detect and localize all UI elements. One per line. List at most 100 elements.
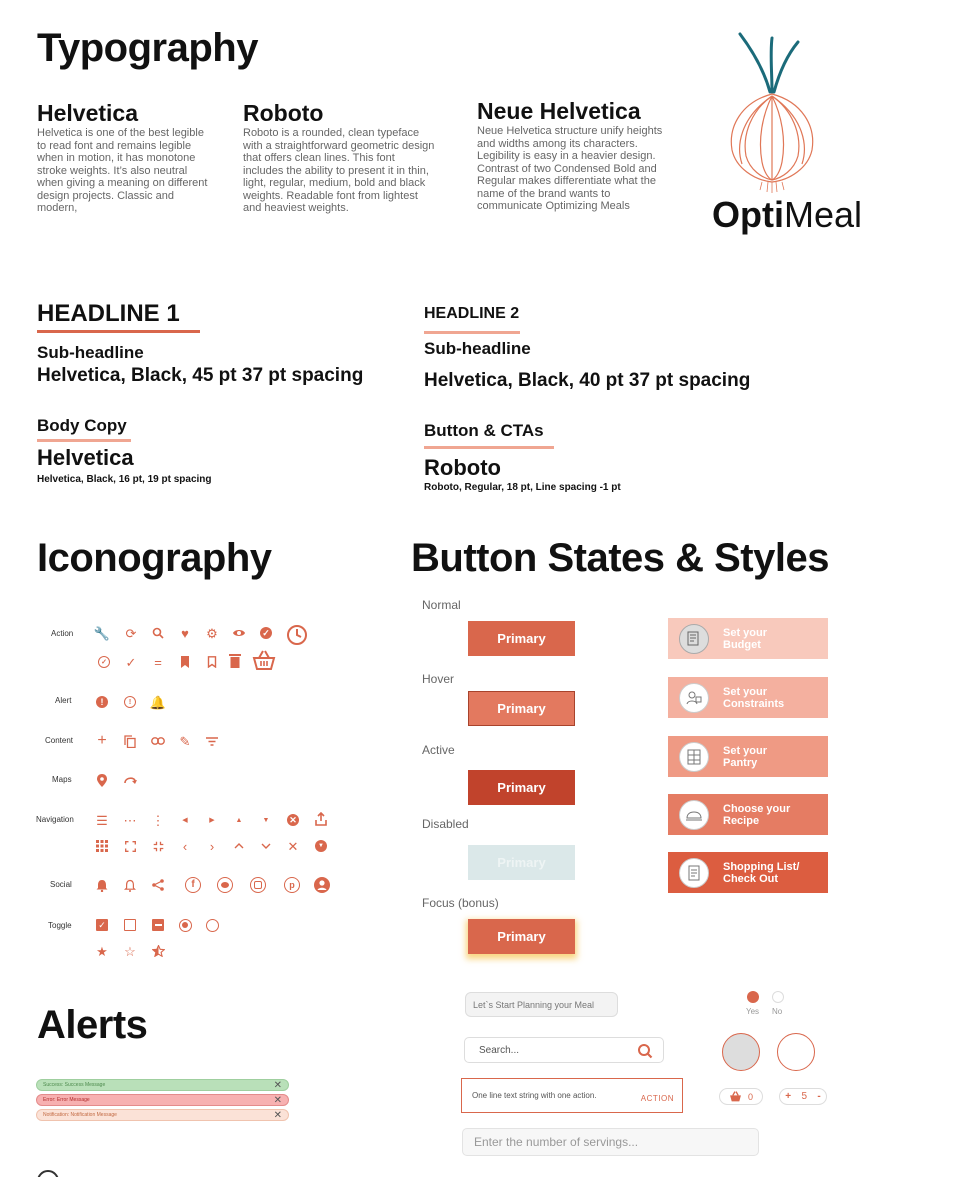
bell-icon [95,878,109,892]
primary-button-normal[interactable]: Primary [468,621,575,656]
more-vertical-icon: ⋮ [151,812,165,828]
pin-icon [95,773,109,787]
circle-button-filled[interactable] [722,1033,760,1071]
alert-notification: Notification: Notification Message ✕ [36,1109,289,1121]
wrench-icon: 🔧 [93,625,111,641]
close-icon[interactable]: ✕ [274,1095,282,1107]
clock-icon [286,624,308,646]
step-card-constraints[interactable]: Set your Constraints [668,677,828,718]
check-circle-outline-icon: ✓ [97,655,111,669]
step-card-budget[interactable]: Set your Budget [668,618,828,659]
snackbar: One line text string with one action. AC… [461,1078,683,1113]
copy-icon [123,734,137,748]
recipe-icon [679,799,709,830]
icon-row-label-social: Social [50,880,72,889]
plus-icon: + [97,732,107,749]
step-card-text: Set your Budget [723,626,768,651]
refresh-icon: ⟳ [125,625,137,641]
snackbar-action[interactable]: ACTION [641,1094,674,1103]
font-card-neue-helvetica: Neue Helvetica Neue Helvetica structure … [477,98,677,213]
primary-button-hover[interactable]: Primary [468,691,575,726]
check-circle-icon: ✓ [259,626,273,640]
primary-button-focus[interactable]: Primary [468,919,575,954]
close-icon[interactable]: ✕ [274,1110,282,1122]
font-description: Helvetica is one of the best legible to … [37,127,208,214]
bell-outline-icon [123,878,137,892]
primary-button-active[interactable]: Primary [468,770,575,805]
filter-icon [205,734,219,748]
star-outline-icon: ☆ [124,943,136,959]
step-card-shopping-list[interactable]: Shopping List/Check Out [668,852,828,893]
bell-alert-icon: 🔔 [149,694,167,710]
alerts-title: Alerts [37,1003,148,1047]
bookmark-icon [178,655,192,669]
more-horizontal-icon: ⋯ [123,812,137,828]
brand-wordmark-regular: Meal [783,194,863,235]
pencil-icon: ✎ [179,733,191,749]
twitter-icon [216,876,234,894]
icon-row-label-navigation: Navigation [36,815,74,824]
step-card-text: Set your Constraints [723,685,785,710]
share-nodes-icon [151,878,165,892]
radio-empty-icon [205,918,219,932]
step-card-pantry[interactable]: Set your Pantry [668,736,828,777]
body-copy-spec: Helvetica, Black, 16 pt, 19 pt spacing [37,474,212,485]
brand-wordmark-bold: Opti [712,194,784,235]
eye-icon [232,626,246,640]
close-icon: ✕ [287,838,299,854]
share-icon [314,812,328,826]
bookmark-outline-icon [205,655,219,669]
quantity-stepper[interactable]: + 5 - [779,1088,827,1105]
step-card-recipe[interactable]: Choose your Recipe [668,794,828,835]
state-label-hover: Hover [422,672,455,686]
headline-1-sub: Sub-headline [37,343,144,362]
typography-title: Typography [37,26,258,70]
shopping-list-icon [679,857,709,888]
headline-1-underline [37,330,200,333]
icon-row-label-toggle: Toggle [48,921,72,930]
circle-button-outline[interactable] [777,1033,815,1071]
chevron-up-icon [232,839,246,853]
gear-icon: ⚙ [206,625,218,641]
budget-icon [679,623,709,654]
route-icon [123,773,137,787]
primary-button-disabled: Primary [468,845,575,880]
optimeal-logo: OptiMeal [712,30,872,240]
alert-success: Success: Success Message ✕ [36,1079,289,1091]
state-label-normal: Normal [422,598,461,612]
step-card-text: Set your Pantry [723,744,768,769]
radio-no-label: No [772,1007,783,1016]
star-icon: ★ [96,943,108,959]
icon-row-label-maps: Maps [52,775,72,784]
link-icon [151,734,165,748]
constraints-icon [679,682,709,713]
account-icon [313,876,331,894]
font-name: Roboto [243,100,324,126]
state-label-disabled: Disabled [422,817,469,831]
headline-2-spec: Helvetica, Black, 40 pt 37 pt spacing [424,370,751,391]
chevron-down-icon [259,839,273,853]
font-card-roboto: Roboto Roboto is a rounded, clean typefa… [243,100,438,215]
search-field[interactable]: Search... [464,1037,664,1063]
error-outline-icon: ! [123,695,137,709]
headline-2-underline [424,331,520,334]
stepper-value: 5 [801,1091,808,1102]
partial-icon [37,1170,59,1177]
search-icon[interactable] [637,1043,653,1059]
planning-chip[interactable]: Let`s Start Planning your Meal [465,992,618,1017]
servings-input[interactable]: Enter the number of servings... [462,1128,759,1156]
instagram-icon [249,876,267,894]
stepper-minus[interactable]: - [817,1091,820,1102]
button-states-title: Button States & Styles [411,536,829,580]
caret-down-icon: ▼ [262,816,270,824]
cancel-icon: ✕ [286,813,300,827]
radio-yes[interactable] [747,991,759,1003]
facebook-icon: f [184,876,202,894]
radio-no[interactable] [772,991,784,1003]
font-description: Neue Helvetica structure unify heights a… [477,125,663,212]
close-icon[interactable]: ✕ [274,1080,282,1092]
checkbox-indeterminate-icon [151,918,165,932]
stepper-plus[interactable]: + [785,1091,791,1102]
apps-icon [95,839,109,853]
basket-counter[interactable]: 0 [719,1088,763,1105]
